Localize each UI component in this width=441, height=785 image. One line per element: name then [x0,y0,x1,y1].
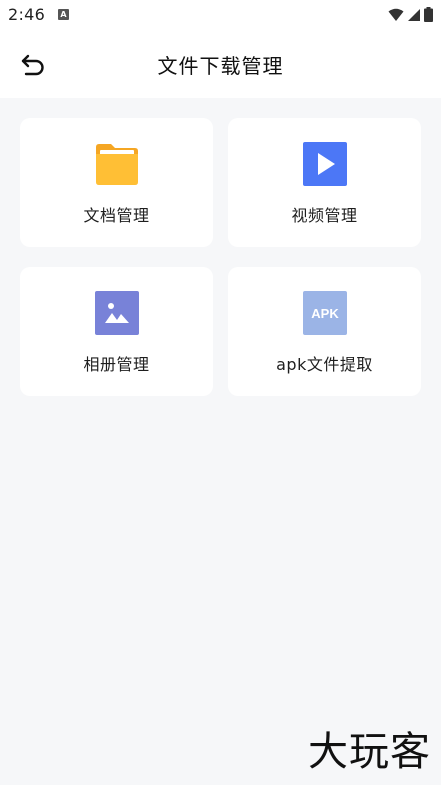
apk-icon-text: APK [311,306,339,321]
image-icon [94,290,140,336]
signal-icon [408,8,420,21]
app-bar: 文件下载管理 [0,30,441,98]
watermark: 大玩客 [308,729,431,775]
card-label: 文档管理 [83,206,150,225]
status-bar: 2:46 A [0,0,441,30]
video-play-icon [302,141,348,187]
album-manage-card[interactable]: 相册管理 [20,267,213,396]
apk-icon: APK [302,290,348,336]
video-manage-card[interactable]: 视频管理 [228,118,421,247]
card-label: apk文件提取 [276,355,373,374]
app-notification-icon: A [58,9,69,20]
feature-grid: 文档管理 视频管理 相册管理 APK apk文件提取 [20,118,421,396]
card-label: 相册管理 [83,355,150,374]
wifi-icon [388,8,404,21]
apk-extract-card[interactable]: APK apk文件提取 [228,267,421,396]
folder-icon [94,141,140,187]
status-icons [388,7,433,22]
page-title: 文件下载管理 [157,54,284,78]
card-label: 视频管理 [291,206,358,225]
battery-icon [424,7,433,22]
status-time: 2:46 [8,5,46,24]
document-manage-card[interactable]: 文档管理 [20,118,213,247]
